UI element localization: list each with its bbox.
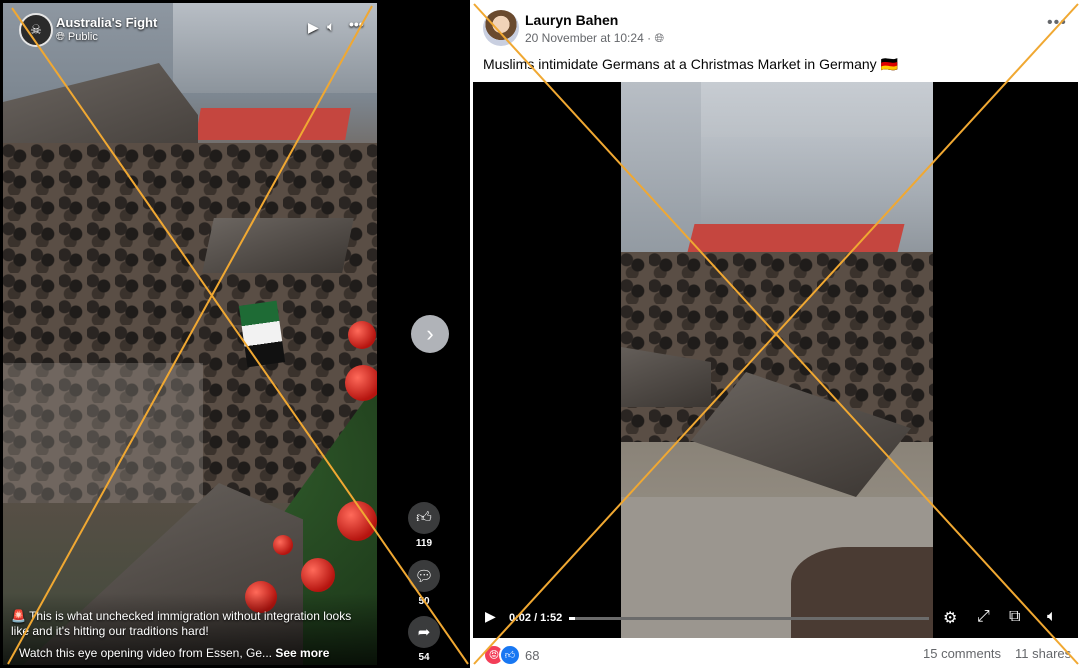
play-icon[interactable]: ▶: [485, 608, 496, 625]
share-icon: ➦: [417, 624, 431, 641]
ornament: [337, 501, 377, 541]
post-video[interactable]: ▶ 0:02 / 1:52 ⚙ ⤢ ⧉ 🔈︎: [473, 82, 1078, 638]
siren-icon: 🚨: [11, 609, 26, 623]
facebook-post: Lauryn Bahen 20 November at 10:24 · 🌐︎ •…: [473, 0, 1080, 668]
share-button[interactable]: ➦: [408, 616, 440, 648]
share-count: 54: [418, 652, 430, 663]
reaction-count: 68: [525, 647, 540, 663]
audience-label: 🌐︎ Public: [56, 31, 98, 44]
more-horizontal-icon[interactable]: •••: [1047, 14, 1067, 32]
reel-video[interactable]: ☠ Australia's Fight 🌐︎ Public ▶ 🔈︎ ••• 🚨…: [3, 3, 377, 665]
audience-text: Public: [67, 31, 98, 43]
next-reel-button[interactable]: ›: [411, 315, 449, 353]
comment-button[interactable]: 💬︎: [408, 560, 440, 592]
reel-panel: ☠ Australia's Fight 🌐︎ Public ▶ 🔈︎ ••• 🚨…: [0, 0, 470, 668]
post-text: Muslims intimidate Germans at a Christma…: [483, 56, 898, 72]
like-reaction-icon: 👍︎: [499, 644, 521, 666]
market-roof: [195, 108, 351, 140]
reaction-summary[interactable]: 😡︎ 👍︎ 68: [483, 644, 539, 666]
pavement: [3, 363, 203, 503]
comment-count: 50: [418, 596, 430, 607]
background-building: [173, 3, 377, 93]
video-foreground-person: [791, 547, 933, 638]
volume-icon[interactable]: 🔈︎: [327, 18, 335, 35]
settings-icon[interactable]: ⚙: [943, 608, 957, 628]
caption-text: This is what unchecked immigration witho…: [11, 609, 352, 638]
chevron-right-icon: ›: [426, 321, 434, 346]
ornament: [301, 558, 335, 592]
ornament: [345, 365, 377, 401]
author-avatar[interactable]: [483, 10, 519, 46]
globe-icon: 🌐︎: [56, 31, 65, 43]
channel-name[interactable]: Australia's Fight: [56, 15, 157, 30]
fullscreen-icon[interactable]: ⤢: [977, 608, 990, 626]
video-time: 0:02 / 1:52: [509, 612, 563, 624]
globe-icon: 🌐︎: [654, 31, 665, 45]
video-progress-track[interactable]: [569, 617, 929, 620]
video-progress-fill: [569, 617, 575, 620]
stall-roof-2: [202, 218, 354, 273]
like-button[interactable]: 👍︎: [408, 502, 440, 534]
like-count: 119: [415, 538, 433, 549]
author-name[interactable]: Lauryn Bahen: [525, 12, 618, 28]
comment-icon: 💬︎: [414, 568, 434, 585]
reel-caption: 🚨 This is what unchecked immigration wit…: [11, 609, 371, 639]
thumbs-up-icon: 👍︎: [416, 509, 432, 526]
volume-icon[interactable]: 🔈︎: [1047, 608, 1057, 626]
channel-avatar[interactable]: ☠: [19, 13, 53, 47]
video-market-roof: [687, 224, 905, 252]
play-icon[interactable]: ▶: [308, 19, 319, 36]
caption-more-text: Watch this eye opening video from Essen,…: [19, 646, 273, 660]
video-frame: [621, 82, 933, 638]
post-date-text[interactable]: 20 November at 10:24: [525, 31, 644, 45]
ornament: [348, 321, 376, 349]
shares-count[interactable]: 11 shares: [1015, 646, 1071, 661]
comments-count[interactable]: 15 comments: [923, 646, 1001, 661]
ornament: [273, 535, 293, 555]
post-date: 20 November at 10:24 · 🌐︎: [525, 31, 664, 46]
see-more-link[interactable]: See more: [275, 646, 329, 660]
pip-icon[interactable]: ⧉: [1009, 608, 1020, 626]
more-icon[interactable]: •••: [349, 16, 364, 32]
reel-caption-more: Watch this eye opening video from Essen,…: [19, 646, 377, 660]
